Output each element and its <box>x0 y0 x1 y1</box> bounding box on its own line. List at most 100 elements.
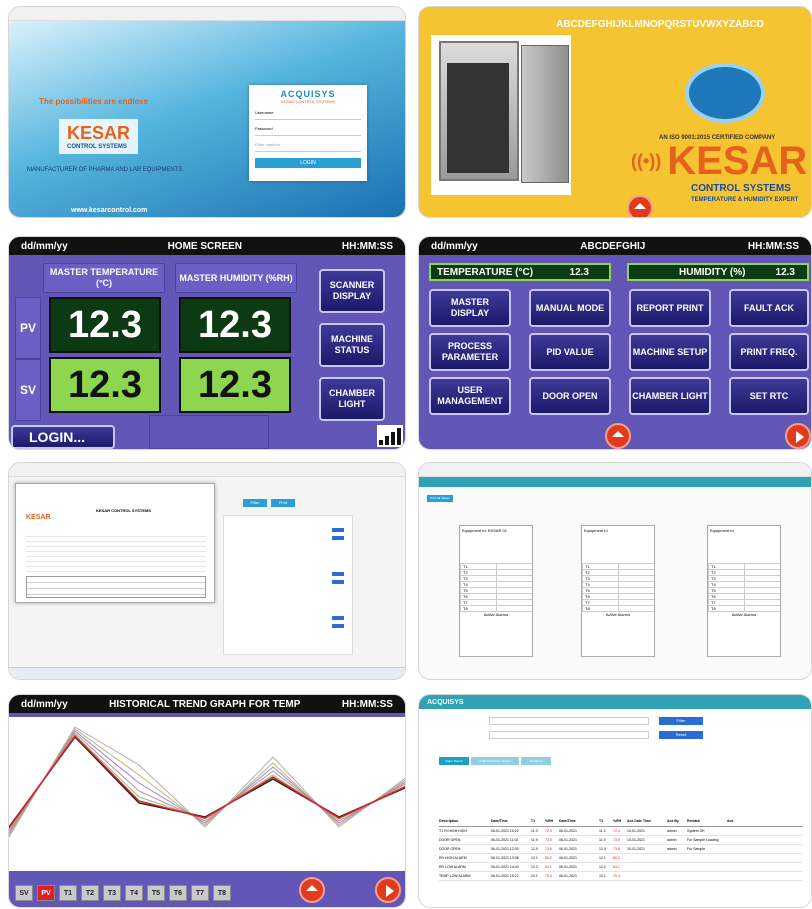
filter-button[interactable]: Filter <box>243 499 267 507</box>
browser-chrome <box>9 7 405 21</box>
sv-hum-display[interactable]: 12.3 <box>179 357 291 413</box>
scanner-screenshot: Print All Values Equipment Id: KESAR 01 … <box>418 462 812 680</box>
report-list <box>223 515 353 655</box>
login-button-hmi[interactable]: LOGIN... <box>11 425 115 449</box>
table-cell: 10-01-2021 <box>627 847 645 851</box>
table-cell: 72.4 <box>613 829 620 833</box>
table-cell: 06-01-2021 <box>559 847 577 851</box>
password-field[interactable]: Password <box>255 126 361 136</box>
browser-chrome <box>9 463 405 477</box>
hum-value: 12.3 <box>775 266 795 278</box>
next-button[interactable] <box>785 423 811 449</box>
website-link[interactable]: www.kesarcontrol.com <box>71 207 147 214</box>
screen-title: HOME SCREEN <box>167 240 243 252</box>
table-cell: 63.1 <box>613 865 620 869</box>
card-subtitle: KESAR CONTROL SYSTEMS <box>280 99 336 104</box>
print-freq-button[interactable]: PRINT FREQ. <box>729 333 809 371</box>
tab-t2[interactable]: T2 <box>81 885 99 901</box>
table-cell: 12.2 <box>531 865 538 869</box>
alarm-table: Description Date/Time T1 %RH Date/Time T… <box>439 819 803 881</box>
active-alarms: Active Alarms <box>460 611 532 617</box>
table-cell: 73.6 <box>545 847 552 851</box>
table-cell: System OK <box>687 829 705 833</box>
pid-value-button[interactable]: PID VALUE <box>529 333 611 371</box>
door-open-button[interactable]: DOOR OPEN <box>529 377 611 415</box>
tab-t8[interactable]: T8 <box>213 885 231 901</box>
tab-audit-trail[interactable]: Audit Trail Alarm Report <box>471 757 519 765</box>
sv-temp-display[interactable]: 12.3 <box>49 357 161 413</box>
table-cell: 10-01-2021 <box>627 838 645 842</box>
chamber-light-button[interactable]: CHAMBER LIGHT <box>629 377 711 415</box>
home-button[interactable] <box>627 195 653 217</box>
screen-title: ABCDEFGHIJ <box>580 240 646 252</box>
print-all-button[interactable]: Print All Values <box>427 495 453 502</box>
scanner-display-button[interactable]: SCANNER DISPLAY <box>319 269 385 313</box>
table-cell: 06-01-2021 13:08 <box>491 856 519 860</box>
tab-t3[interactable]: T3 <box>103 885 121 901</box>
reset-button[interactable]: Reset <box>659 731 703 739</box>
login-button[interactable]: LOGIN <box>255 158 361 168</box>
table-cell: 80.2 <box>613 856 620 860</box>
table-cell: 06-01-2021 <box>559 856 577 860</box>
table-cell: 11.9 <box>531 838 538 842</box>
machine-status-button[interactable]: MACHINE STATUS <box>319 323 385 367</box>
process-parameter-button[interactable]: PROCESS PARAMETER <box>429 333 511 371</box>
temp-label: TEMPERATURE (°C) <box>437 266 534 278</box>
kesar-brand: KESAR <box>67 123 131 143</box>
date-text: dd/mm/yy <box>21 698 68 710</box>
table-cell: T1 HI HIGH HIGH <box>439 829 468 833</box>
table-cell: 06-01-2021 14:40 <box>491 865 519 869</box>
tab-t6[interactable]: T6 <box>169 885 187 901</box>
manufacturer-text: MANUFACTURER OF PHARMA AND LAB EQUIPMENT… <box>27 167 183 173</box>
tab-pv[interactable]: PV <box>37 885 55 901</box>
tab-t1[interactable]: T1 <box>59 885 77 901</box>
tab-t5[interactable]: T5 <box>147 885 165 901</box>
machine-setup-button[interactable]: MACHINE SETUP <box>629 333 711 371</box>
time-text: HH:MM:SS <box>747 240 799 252</box>
table-row: RH HIGH ALARM 06-01-2021 13:08 12.1 80.2 06-… <box>439 854 803 863</box>
tab-all-report[interactable]: All Report <box>521 757 551 765</box>
captcha-field[interactable]: Enter captcha <box>255 142 361 152</box>
table-cell: 06-01-2021 <box>559 865 577 869</box>
tab-t7[interactable]: T7 <box>191 885 209 901</box>
table-cell: 10.1 <box>531 874 538 878</box>
handshake-icon <box>685 63 765 123</box>
tab-t4[interactable]: T4 <box>125 885 143 901</box>
time-text: HH:MM:SS <box>341 240 393 252</box>
menu-header: dd/mm/yy ABCDEFGHIJ HH:MM:SS <box>419 237 811 255</box>
user-management-button[interactable]: USER MANAGEMENT <box>429 377 511 415</box>
tab-alarm-report[interactable]: Alarm Report <box>439 757 469 765</box>
trend-screenshot: dd/mm/yy HISTORICAL TREND GRAPH FOR TEMP… <box>8 694 406 908</box>
home-button[interactable] <box>299 877 325 903</box>
set-rtc-button[interactable]: SET RTC <box>729 377 809 415</box>
scanner-table-2: Equipment Id T1 T2 T3 T4 T5 T6 T7 T8 Act… <box>581 525 655 657</box>
tab-sv[interactable]: SV <box>15 885 33 901</box>
date-text: dd/mm/yy <box>21 240 68 252</box>
table-cell: 70.4 <box>545 874 552 878</box>
time-text: HH:MM:SS <box>341 698 393 710</box>
table-cell: 06-01-2021 <box>559 874 577 878</box>
chamber-light-button[interactable]: CHAMBER LIGHT <box>319 377 385 421</box>
hum-readout: HUMIDITY (%) 12.3 <box>627 263 809 281</box>
trend-header: dd/mm/yy HISTORICAL TREND GRAPH FOR TEMP… <box>9 695 405 713</box>
table-cell: 72.4 <box>545 829 552 833</box>
kesar-logo-login: KESAR CONTROL SYSTEMS <box>59 119 139 154</box>
splash-brand-sub: CONTROL SYSTEMS <box>691 183 791 194</box>
report-print-button[interactable]: REPORT PRINT <box>629 289 711 327</box>
master-display-button[interactable]: MASTER DISPLAY <box>429 289 511 327</box>
signal-strength-icon <box>377 425 403 447</box>
print-preview: KESAR KESAR CONTROL SYSTEMS <box>15 483 215 603</box>
temp-header: MASTER TEMPERATURE (°C) <box>43 263 165 293</box>
username-field[interactable]: Username <box>255 110 361 120</box>
table-cell: 12.2 <box>599 865 606 869</box>
home-button[interactable] <box>605 423 631 449</box>
search-button[interactable]: Filter <box>659 717 703 725</box>
next-button[interactable] <box>375 877 401 903</box>
fault-ack-button[interactable]: FAULT ACK <box>729 289 809 327</box>
table-cell: DOOR OPEN <box>439 847 461 851</box>
print-button[interactable]: Print <box>271 499 295 507</box>
table-row: RH LOW ALARM 06-01-2021 14:40 12.2 63.1 06-0… <box>439 863 803 872</box>
manual-mode-button[interactable]: MANUAL MODE <box>529 289 611 327</box>
table-cell: admin <box>667 847 677 851</box>
table-cell: For Sample <box>687 847 706 851</box>
